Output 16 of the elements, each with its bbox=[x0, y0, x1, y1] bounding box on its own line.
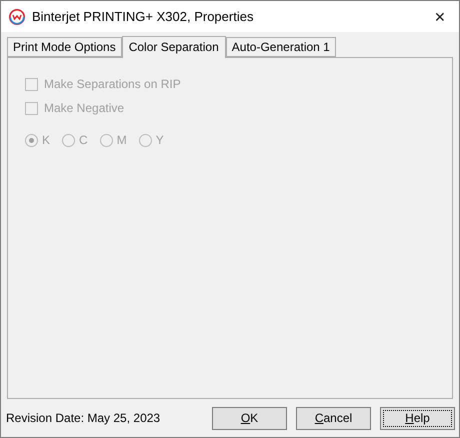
revision-date: Revision Date: May 25, 2023 bbox=[6, 411, 162, 425]
tab[interactable]: Color Separation bbox=[122, 36, 226, 58]
tab[interactable]: Auto-Generation 1 bbox=[226, 37, 336, 57]
radio-label: Y bbox=[156, 133, 164, 147]
dialog-button[interactable]: Cancel bbox=[296, 406, 371, 430]
radio-label: M bbox=[116, 133, 127, 147]
checkbox-label: Make Negative bbox=[44, 101, 124, 115]
radio-label: C bbox=[79, 133, 88, 147]
radio-label: K bbox=[42, 133, 50, 147]
checkbox-label: Make Separations on RIP bbox=[44, 77, 181, 91]
tab[interactable]: Print Mode Options bbox=[7, 37, 122, 57]
close-icon[interactable]: ✕ bbox=[427, 8, 453, 24]
window-title: Binterjet PRINTING+ X302, Properties bbox=[32, 9, 254, 24]
app-logo-icon bbox=[9, 8, 25, 24]
dialog-button[interactable]: OK bbox=[212, 406, 287, 430]
dialog-button[interactable]: Help bbox=[380, 406, 455, 430]
